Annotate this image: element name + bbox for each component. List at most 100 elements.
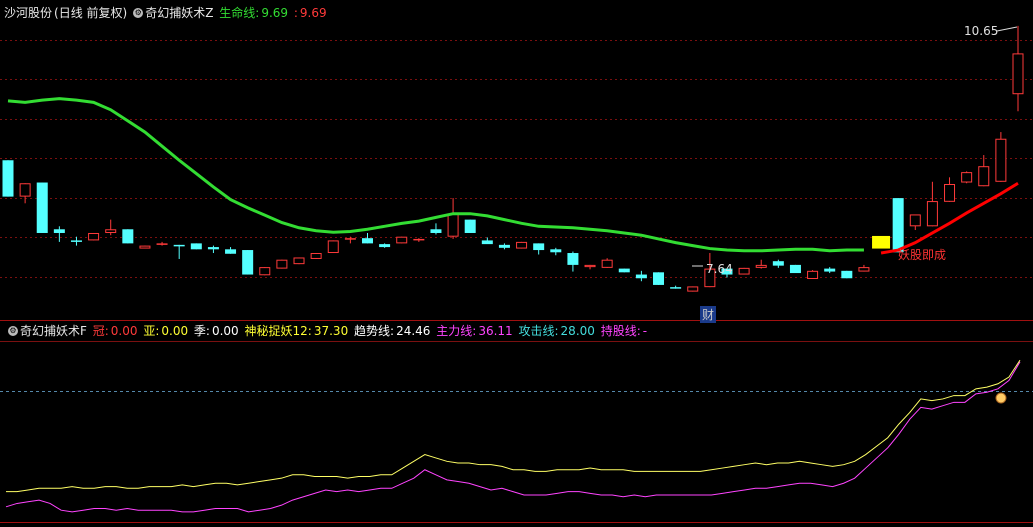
candle-body <box>892 198 904 253</box>
candle-body <box>225 249 237 254</box>
candle <box>327 240 339 254</box>
candle <box>310 253 322 259</box>
guan-value: 0.00 <box>110 324 138 338</box>
main-force-value: 36.11 <box>478 324 513 338</box>
candle-body <box>807 270 819 279</box>
high-price-label: 10.65 <box>964 24 999 38</box>
main-force-label: 主力线: <box>436 324 477 338</box>
candle-body <box>2 160 14 197</box>
candle-body <box>276 259 288 269</box>
candle <box>789 264 801 274</box>
candle <box>122 229 134 244</box>
hold-label: 持股线: <box>600 324 641 338</box>
candle-body <box>53 229 65 233</box>
candle <box>653 272 665 285</box>
candle-body <box>70 240 82 242</box>
candle <box>995 132 1007 182</box>
candle <box>276 259 288 269</box>
candle-body <box>755 264 767 268</box>
demon-stock-label: 妖股即成 <box>898 248 947 262</box>
ji-label: 季: <box>193 324 210 338</box>
stock-name[interactable]: 沙河股份 <box>4 6 52 20</box>
candle <box>687 286 699 292</box>
candle-body <box>841 270 853 279</box>
period-label[interactable]: (日线 前复权) <box>54 6 127 20</box>
candle-body <box>156 243 168 245</box>
candle-body <box>481 240 493 245</box>
candle-body <box>293 257 305 265</box>
candle-body <box>88 232 100 241</box>
candle-body <box>824 268 836 272</box>
separator-label: : <box>293 6 298 20</box>
financial-report-marker[interactable]: 财 <box>700 306 717 323</box>
candle <box>293 257 305 265</box>
candle <box>516 241 528 249</box>
candle-body <box>567 253 579 265</box>
candle-body <box>344 238 356 240</box>
candle-body <box>738 267 750 275</box>
candle-body <box>926 201 938 227</box>
sub-indicator-name[interactable]: 奇幻捕妖术F <box>20 324 87 338</box>
candle <box>88 232 100 241</box>
life-line-label: 生命线: <box>219 6 260 20</box>
hold-value: - <box>642 324 648 338</box>
candle-body <box>122 229 134 244</box>
candle <box>841 270 853 279</box>
stock-chart[interactable] <box>0 0 1033 527</box>
candle <box>2 160 14 197</box>
candle-body <box>1012 53 1024 95</box>
main-panel-header: 沙河股份 (日线 前复权) ⚙ 奇幻捕妖术Z 生命线: 9.69 :9.69 <box>4 3 329 23</box>
indicator-name[interactable]: 奇幻捕妖术Z <box>145 6 213 20</box>
candle <box>872 235 891 249</box>
mystery-label: 神秘捉妖12: <box>244 324 312 338</box>
candle-body <box>139 245 151 249</box>
settings-toggle-icon[interactable]: ⚙ <box>133 7 144 18</box>
candle-body <box>310 253 322 259</box>
candle <box>618 268 630 273</box>
candle <box>892 198 904 253</box>
ya-value: 0.00 <box>161 324 189 338</box>
candle-body <box>190 243 202 250</box>
candle <box>242 250 254 275</box>
settings-toggle-icon[interactable]: ⚙ <box>8 325 18 336</box>
candle <box>961 171 973 184</box>
candle-body <box>516 241 528 249</box>
candle-body <box>858 267 870 272</box>
candle-body <box>909 214 921 227</box>
candle-body <box>396 236 408 244</box>
candle-body <box>259 267 271 276</box>
highlight-candle-body <box>872 235 891 249</box>
candle-body <box>430 229 442 233</box>
candle-body <box>533 243 545 251</box>
candle-body <box>995 138 1007 182</box>
candle-body <box>379 244 391 248</box>
candle-body <box>464 219 476 233</box>
candle-body <box>961 172 973 183</box>
candle-body <box>584 264 596 268</box>
candle-body <box>447 213 459 237</box>
mystery-value: 37.30 <box>313 324 349 338</box>
candle <box>139 245 151 249</box>
candle-body <box>618 268 630 273</box>
candle-body <box>635 274 647 279</box>
life-line-value: 9.69 <box>261 6 289 20</box>
candle <box>36 182 48 233</box>
candle-body <box>242 250 254 275</box>
candle-body <box>361 238 373 244</box>
candle-body <box>105 229 117 233</box>
separator-value: 9.69 <box>299 6 327 20</box>
ji-value: 0.00 <box>211 324 239 338</box>
candle <box>807 270 819 279</box>
candle-body <box>36 182 48 233</box>
candle-body <box>687 286 699 292</box>
money-bag-icon <box>995 392 1007 404</box>
candle-body <box>173 244 185 247</box>
candle-body <box>601 259 613 268</box>
candle-body <box>498 244 510 248</box>
trend-label: 趋势线: <box>354 324 395 338</box>
attack-value: 28.00 <box>560 324 595 338</box>
attack-label: 攻击线: <box>518 324 559 338</box>
low-price-label: 7.64 <box>706 262 733 276</box>
candle <box>738 267 750 275</box>
candle <box>396 236 408 244</box>
